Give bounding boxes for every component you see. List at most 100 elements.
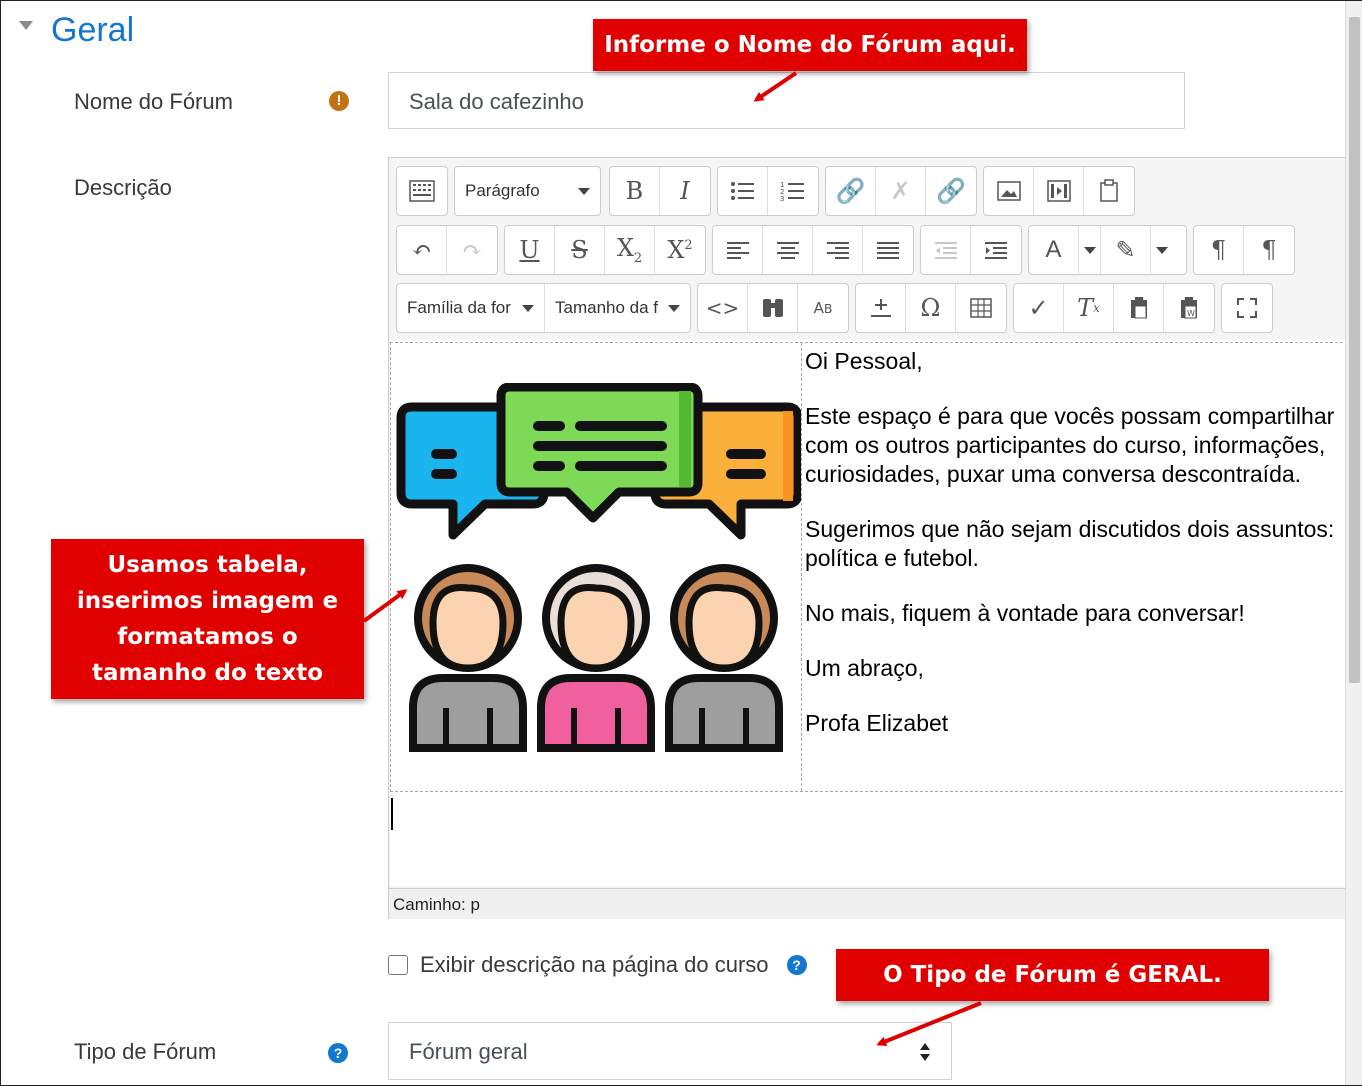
- form-frame: Geral Nome do Fórum ! Sala do cafezinho …: [0, 0, 1362, 1086]
- background-color-icon[interactable]: ✎: [1101, 226, 1151, 274]
- text-caret: [391, 798, 393, 830]
- table-icon[interactable]: [956, 284, 1006, 332]
- chevron-down-icon: [522, 304, 534, 312]
- paragraph-select-label: Parágrafo: [465, 181, 540, 200]
- fullscreen-icon[interactable]: [1222, 284, 1272, 332]
- message-line: Este espaço é para que vocês possam comp…: [805, 403, 1335, 487]
- link-group: 🔗 ✗ 🔗: [825, 166, 977, 216]
- show-description-checkbox[interactable]: [388, 955, 408, 975]
- font-size-select[interactable]: Tamanho da f: [545, 284, 690, 332]
- paste-text-icon[interactable]: [1114, 284, 1164, 332]
- message-text-cell: Oi Pessoal, Este espaço é para que vocês…: [805, 347, 1355, 764]
- outdent-icon[interactable]: [921, 226, 971, 274]
- help-icon[interactable]: ?: [786, 955, 807, 975]
- bullet-list-icon[interactable]: [718, 167, 768, 215]
- find-replace-icon[interactable]: [748, 284, 798, 332]
- subscript-icon[interactable]: X2: [605, 226, 655, 274]
- fullscreen-group: [1221, 283, 1273, 333]
- format-group: B I: [609, 166, 711, 216]
- table-divider: [801, 343, 802, 791]
- paragraph-select[interactable]: Parágrafo: [455, 167, 600, 215]
- callout-table-image: Usamos tabela, inserimos imagem e format…: [51, 539, 364, 699]
- forum-type-select[interactable]: Fórum geral: [388, 1022, 952, 1080]
- undo-icon[interactable]: ↶: [397, 226, 447, 274]
- numbered-list-icon[interactable]: 123: [768, 167, 818, 215]
- text-format-group: U S X2 X2: [504, 225, 706, 275]
- callout-forum-type: O Tipo de Fórum é GERAL.: [836, 949, 1269, 1001]
- horizontal-rule-icon[interactable]: [856, 284, 906, 332]
- chevron-down-icon: [1156, 246, 1168, 254]
- paste-word-icon[interactable]: W: [1164, 284, 1214, 332]
- callout-forum-name: Informe o Nome do Fórum aqui.: [593, 19, 1027, 71]
- section-title[interactable]: Geral: [51, 11, 134, 50]
- callout-line: inserimos imagem e: [76, 588, 339, 614]
- source-code-icon[interactable]: <>: [698, 284, 748, 332]
- page-scrollbar[interactable]: [1345, 1, 1362, 1085]
- image-icon[interactable]: [984, 167, 1034, 215]
- show-description-label: Exibir descrição na página do curso: [420, 952, 769, 977]
- font-family-select[interactable]: Família da for: [397, 284, 545, 332]
- align-left-icon[interactable]: [713, 226, 763, 274]
- rtl-icon[interactable]: ¶: [1244, 226, 1294, 274]
- bold-icon[interactable]: B: [610, 167, 660, 215]
- special-char-icon[interactable]: Ω: [906, 284, 956, 332]
- paragraph-select-group: Parágrafo: [454, 166, 601, 216]
- font-select-group: Família da for Tamanho da f: [396, 283, 691, 333]
- collapse-toggle-icon[interactable]: [19, 21, 33, 30]
- content-table: Oi Pessoal, Este espaço é para que vocês…: [390, 342, 1362, 792]
- ltr-icon[interactable]: ¶: [1194, 226, 1244, 274]
- align-justify-icon[interactable]: [863, 226, 913, 274]
- color-group: A ✎: [1028, 225, 1187, 275]
- direction-group: ¶ ¶: [1193, 225, 1295, 275]
- manage-files-icon[interactable]: [1084, 167, 1134, 215]
- font-family-label: Família da for: [407, 298, 511, 317]
- change-case-icon[interactable]: AB: [798, 284, 848, 332]
- insert-group: Ω: [855, 283, 1007, 333]
- message-line: Sugerimos que não sejam discutidos dois …: [805, 516, 1335, 571]
- indent-icon[interactable]: [971, 226, 1021, 274]
- clean-group: ✓ Tx W: [1013, 283, 1215, 333]
- align-group: [712, 225, 914, 275]
- exclamation-icon: !: [329, 91, 349, 111]
- callout-line: tamanho do texto: [91, 660, 324, 686]
- unlink-icon[interactable]: ✗: [876, 167, 926, 215]
- message-line: No mais, fiquem à vontade para conversar…: [805, 600, 1245, 626]
- callout-line: Usamos tabela,: [107, 552, 308, 578]
- forum-type-value: Fórum geral: [409, 1039, 528, 1064]
- help-icon[interactable]: ?: [328, 1043, 348, 1063]
- anchor-icon[interactable]: 🔗: [926, 167, 976, 215]
- superscript-icon[interactable]: X2: [655, 226, 705, 274]
- chevron-down-icon: [1083, 246, 1096, 254]
- message-line: Profa Elizabet: [805, 710, 949, 736]
- rich-text-editor: Parágrafo B I 123 🔗 ✗ 🔗 ↶ ↷ U S X2 X2 A …: [388, 157, 1362, 919]
- text-color-dropdown[interactable]: [1079, 226, 1101, 274]
- align-right-icon[interactable]: [813, 226, 863, 274]
- strikethrough-icon[interactable]: S: [555, 226, 605, 274]
- link-icon[interactable]: 🔗: [826, 167, 876, 215]
- forum-name-input[interactable]: Sala do cafezinho: [388, 72, 1185, 129]
- background-color-dropdown[interactable]: [1151, 226, 1173, 274]
- underline-icon[interactable]: U: [505, 226, 555, 274]
- forum-type-label: Tipo de Fórum: [74, 1039, 217, 1064]
- toolbar-toggle-icon[interactable]: [397, 167, 447, 215]
- media-icon[interactable]: [1034, 167, 1084, 215]
- font-size-label: Tamanho da f: [555, 298, 659, 317]
- redo-icon[interactable]: ↷: [447, 226, 497, 274]
- chat-group-image: [396, 383, 801, 752]
- brush-icon[interactable]: ✓: [1014, 284, 1064, 332]
- show-description-row[interactable]: Exibir descrição na página do curso ?: [388, 952, 807, 978]
- editor-content-area[interactable]: Oi Pessoal, Este espaço é para que vocês…: [390, 340, 1362, 886]
- toolbar-group-toggle: [396, 166, 448, 216]
- chevron-down-icon: [668, 304, 680, 312]
- editor-path-bar: Caminho: p: [389, 888, 1362, 919]
- select-arrows-icon: [920, 1043, 930, 1061]
- code-group: <> AB: [697, 283, 849, 333]
- clear-format-icon[interactable]: Tx: [1064, 284, 1114, 332]
- indent-group: [920, 225, 1022, 275]
- svg-text:W: W: [1187, 309, 1195, 318]
- description-label: Descrição: [74, 175, 172, 200]
- scroll-thumb[interactable]: [1349, 17, 1360, 683]
- align-center-icon[interactable]: [763, 226, 813, 274]
- italic-icon[interactable]: I: [660, 167, 710, 215]
- text-color-icon[interactable]: A: [1029, 226, 1079, 274]
